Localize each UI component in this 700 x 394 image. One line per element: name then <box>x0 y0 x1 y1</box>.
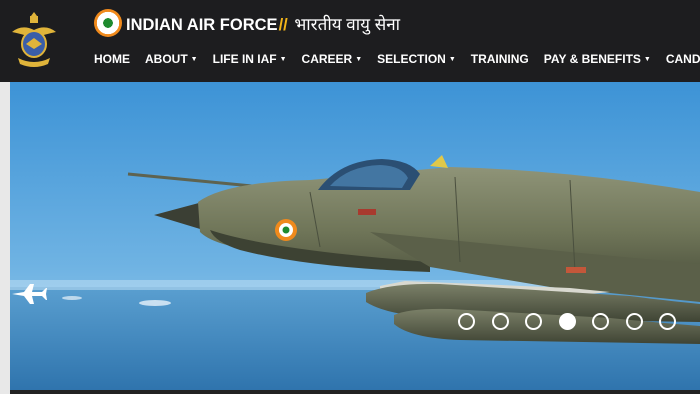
carousel-indicators <box>458 313 693 330</box>
site-title-hindi: भारतीय वायु सेना <box>294 15 401 34</box>
carousel-dot[interactable] <box>625 313 643 330</box>
caret-down-icon: ▼ <box>190 55 198 63</box>
site-title[interactable]: INDIAN AIR FORCE// भारतीय वायु सेना <box>126 12 400 35</box>
nav-label: TRAINING <box>470 52 529 66</box>
caret-down-icon: ▼ <box>643 55 651 63</box>
carousel-dot[interactable] <box>458 313 475 330</box>
nav-item-pay-benefits[interactable]: PAY & BENEFITS ▼ <box>544 52 651 66</box>
site-title-en: INDIAN AIR FORCE <box>126 16 278 34</box>
site-title-separator: // <box>278 16 288 34</box>
iaf-roundel-icon <box>94 9 122 37</box>
carousel-dot[interactable] <box>491 313 509 330</box>
site-header: INDIAN AIR FORCE// भारतीय वायु सेना HOME… <box>0 0 700 82</box>
nav-item-career[interactable]: CAREER ▼ <box>302 52 363 66</box>
caret-down-icon: ▼ <box>355 55 363 63</box>
nav-item-training[interactable]: TRAINING <box>471 52 529 66</box>
nav-label: PAY & BENEFITS <box>543 52 641 66</box>
nav-item-selection[interactable]: SELECTION ▼ <box>377 52 456 66</box>
caret-down-icon: ▼ <box>279 55 287 63</box>
carousel-dot[interactable] <box>659 313 676 330</box>
nav-item-home[interactable]: HOME <box>94 52 130 66</box>
iaf-crest-emblem-icon[interactable] <box>8 8 60 70</box>
nav-label: SELECTION <box>377 52 446 66</box>
carousel-dot[interactable] <box>592 313 609 330</box>
main-nav: HOME ABOUT ▼ LIFE IN IAF ▼ CAREER ▼ SELECTI… <box>94 52 700 66</box>
hero-slide-image <box>10 82 700 390</box>
nav-item-life-in-iaf[interactable]: LIFE IN IAF ▼ <box>213 52 287 66</box>
nav-label: LIFE IN IAF <box>212 52 277 66</box>
nav-item-candidate[interactable]: CANDIDATE <box>666 52 700 66</box>
hero-bottom-border <box>10 390 700 394</box>
nav-label: CANDIDATE <box>665 52 700 66</box>
nav-item-about[interactable]: ABOUT ▼ <box>145 52 198 66</box>
caret-down-icon: ▼ <box>448 55 456 63</box>
nav-label: CAREER <box>301 52 353 66</box>
nav-label: HOME <box>94 52 130 66</box>
nav-label: ABOUT <box>145 52 188 66</box>
carousel-dot[interactable] <box>525 313 542 330</box>
hero-carousel[interactable] <box>10 82 700 390</box>
carousel-dot-active[interactable] <box>558 313 576 330</box>
jet-arrow-icon[interactable] <box>10 282 48 306</box>
